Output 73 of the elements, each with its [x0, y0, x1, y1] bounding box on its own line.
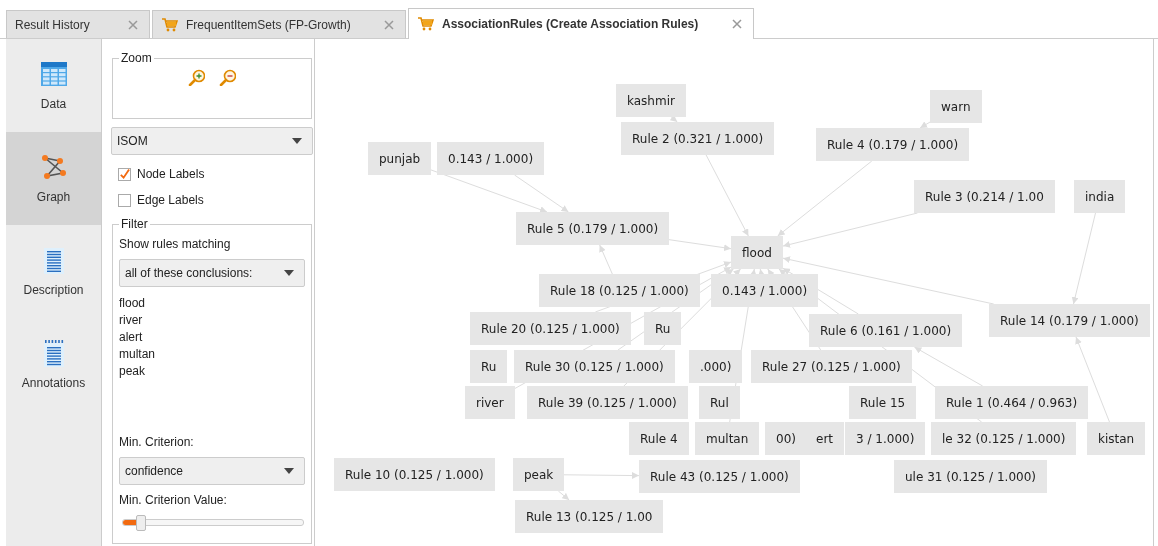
sidebar-item[interactable]: Annotations [6, 318, 101, 411]
close-icon[interactable] [127, 18, 139, 31]
graph-node[interactable]: Rule 6 (0.161 / 1.000) [809, 314, 963, 347]
graph-node[interactable]: Rule 43 (0.125 / 1.000) [639, 460, 800, 493]
conclusion-item[interactable]: alert [119, 330, 143, 344]
graph-node[interactable]: Rule 13 (0.125 / 1.00 [515, 500, 664, 533]
graph-node[interactable]: 3 / 1.000) [845, 422, 926, 455]
graph-node[interactable]: Rule 2 (0.321 / 1.000) [621, 122, 775, 155]
graph-node[interactable]: river [465, 386, 515, 419]
graph-node[interactable]: Rule 4 [629, 422, 689, 455]
graph-node[interactable]: le 32 (0.125 / 1.000) [931, 422, 1077, 455]
graph-node[interactable]: 0.143 / 1.000) [437, 142, 545, 175]
graph-node[interactable]: Rule 10 (0.125 / 1.000) [334, 458, 495, 491]
checkbox[interactable]: Node Labels [118, 167, 205, 181]
graph-node[interactable]: punjab [368, 142, 432, 175]
caret-icon [284, 270, 294, 276]
graph-node[interactable]: kistan [1087, 422, 1146, 455]
cart-icon [417, 16, 434, 32]
layout-dropdown[interactable]: ISOM [111, 127, 313, 155]
panel-title: Zoom [120, 51, 153, 65]
graph-icon [39, 153, 68, 182]
tab[interactable]: Result History [6, 10, 150, 38]
graph-node[interactable]: Rule 1 (0.464 / 0.963) [935, 386, 1089, 419]
table-icon [39, 60, 68, 89]
cart-icon [161, 16, 178, 33]
check-icon [119, 168, 130, 180]
graph-node[interactable]: 00) [765, 422, 807, 455]
graph-node[interactable]: Rule 15 [849, 386, 917, 419]
conclusion-item[interactable]: flood [119, 296, 146, 310]
panel-title: Filter [120, 217, 149, 231]
conclusion-item[interactable]: peak [119, 364, 146, 378]
criterion-dropdown[interactable]: confidence [119, 457, 305, 485]
graph-node[interactable]: ert [805, 422, 845, 455]
graph-node[interactable]: india [1074, 180, 1126, 213]
sidebar-item[interactable]: Data [6, 39, 101, 132]
graph-node[interactable]: kashmir [616, 84, 686, 117]
sidebar-item[interactable]: Graph [6, 132, 101, 225]
graph-node[interactable]: Rule 14 (0.179 / 1.000) [989, 304, 1150, 337]
graph-node[interactable]: Rule 3 (0.214 / 1.00 [914, 180, 1055, 213]
filter-label: Show rules matching [119, 237, 231, 251]
close-icon[interactable] [731, 18, 743, 30]
close-icon[interactable] [383, 18, 395, 31]
graph-node[interactable]: ule 31 (0.125 / 1.000) [894, 460, 1047, 493]
tab[interactable]: FrequentItemSets (FP-Growth) [152, 10, 406, 38]
zoom-in-icon[interactable] [188, 69, 205, 86]
graph-node[interactable]: Rule 18 (0.125 / 1.000) [539, 274, 700, 307]
value-label: Min. Criterion Value: [119, 493, 227, 507]
graph-node[interactable]: Rule 4 (0.179 / 1.000) [816, 128, 970, 161]
zoom-out-icon[interactable] [219, 69, 236, 86]
graph-node[interactable]: Ru [644, 312, 682, 345]
graph-node[interactable]: Ru [470, 350, 508, 383]
conclusion-item[interactable]: multan [119, 347, 156, 361]
checkbox[interactable]: Edge Labels [118, 193, 204, 207]
sidebar-item[interactable]: Description [6, 225, 101, 318]
graph-node[interactable]: Rule 27 (0.125 / 1.000) [751, 350, 912, 383]
graph-node[interactable]: Rule 5 (0.179 / 1.000) [516, 212, 670, 245]
graph-node[interactable]: .000) [689, 350, 743, 383]
caret-icon [292, 138, 302, 144]
graph-node[interactable]: Rule 20 (0.125 / 1.000) [470, 312, 631, 345]
criterion-label: Min. Criterion: [119, 435, 194, 449]
graph-node[interactable]: Rule 39 (0.125 / 1.000) [527, 386, 688, 419]
graph-node[interactable]: peak [513, 458, 565, 491]
caret-icon [284, 468, 294, 474]
tab[interactable]: AssociationRules (Create Association Rules) [408, 8, 754, 39]
match-dropdown[interactable]: all of these conclusions: [119, 259, 305, 287]
graph-node[interactable]: 0.143 / 1.000) [711, 274, 819, 307]
graph-node[interactable]: Rule 30 (0.125 / 1.000) [514, 350, 675, 383]
graph-node[interactable]: multan [695, 422, 760, 455]
graph-node[interactable]: Rul [699, 386, 740, 419]
graph-node[interactable]: flood [731, 236, 783, 269]
graph-node[interactable]: warn [930, 90, 982, 123]
slider-thumb[interactable] [136, 515, 146, 531]
conclusion-item[interactable]: river [119, 313, 143, 327]
